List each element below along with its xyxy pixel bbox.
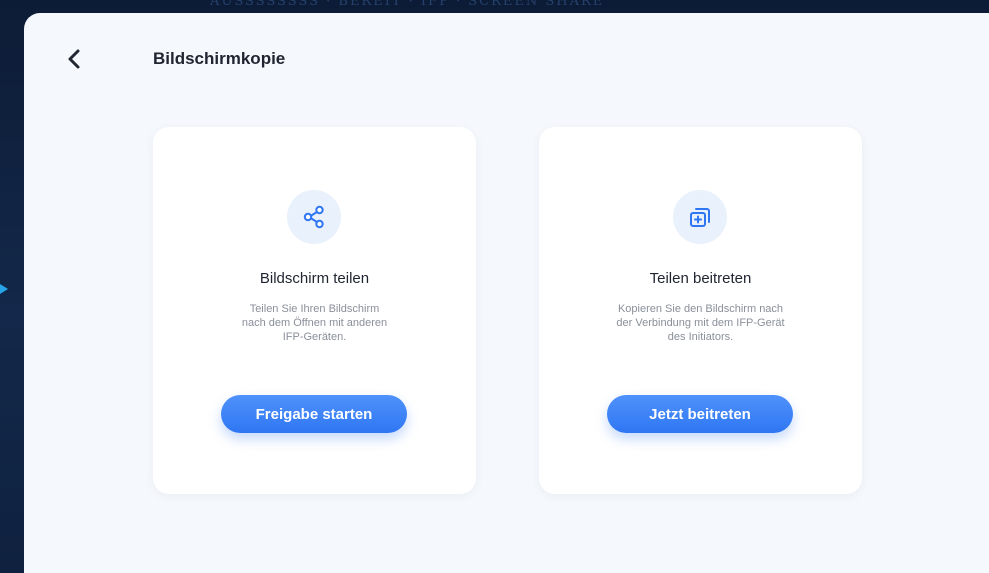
- start-sharing-button[interactable]: Freigabe starten: [221, 395, 407, 433]
- background-banner-text: AUSSSSSSSS · BEREIT · IFP · SCREEN SHARE: [210, 0, 605, 9]
- share-card-description: Teilen Sie Ihren Bildschirm nach dem Öff…: [241, 303, 388, 343]
- share-icon: [303, 205, 324, 229]
- share-card-title: Bildschirm teilen: [259, 270, 370, 287]
- screen-copy-panel: Bildschirmkopie Bildschirm teilen Teilen…: [24, 13, 989, 573]
- back-button[interactable]: [58, 43, 90, 75]
- page-title: Bildschirmkopie: [153, 49, 286, 68]
- join-share-card: Teilen beitreten Kopieren Sie den Bildsc…: [539, 127, 862, 494]
- share-icon-container: [287, 190, 341, 244]
- join-icon-container: [673, 190, 727, 244]
- add-copy-icon: [690, 208, 710, 227]
- join-card-description: Kopieren Sie den Bildschirm nach der Ver…: [616, 303, 785, 343]
- chevron-left-icon: [68, 49, 80, 69]
- join-card-title: Teilen beitreten: [649, 270, 752, 287]
- join-now-button[interactable]: Jetzt beitreten: [607, 395, 793, 433]
- side-arrow-indicator: [0, 284, 8, 294]
- share-screen-card: Bildschirm teilen Teilen Sie Ihren Bilds…: [153, 127, 476, 494]
